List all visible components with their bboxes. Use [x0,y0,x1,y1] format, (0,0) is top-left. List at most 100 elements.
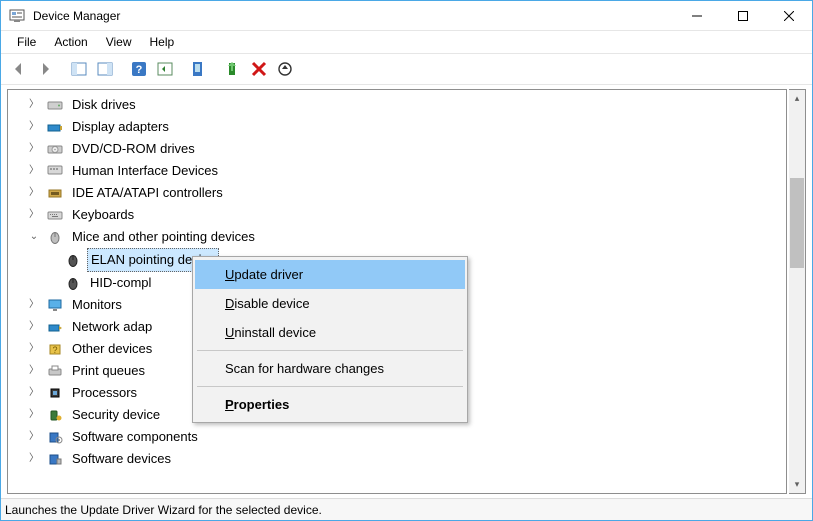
app-icon [9,8,25,24]
tree-item-disk-drives[interactable]: 〉 Disk drives [22,94,786,116]
software-device-icon [46,451,64,467]
context-menu-item-update-driver[interactable]: Update driver [195,260,465,289]
security-device-icon [46,407,64,423]
tree-item-hid[interactable]: 〉 Human Interface Devices [22,160,786,182]
tree-item-label: Other devices [72,341,152,356]
menu-view[interactable]: View [98,33,140,51]
tree-item-label: Keyboards [72,207,134,222]
scroll-down-button[interactable]: ▾ [789,476,805,493]
tree-item-dvd-cd-rom-drives[interactable]: 〉 DVD/CD-ROM drives [22,138,786,160]
hid-icon [46,163,64,179]
scroll-thumb[interactable] [790,178,804,268]
svg-text:?: ? [136,64,143,76]
chevron-right-icon[interactable]: 〉 [28,182,40,204]
mouse-icon [64,252,82,268]
keyboard-icon [46,207,64,223]
chevron-right-icon[interactable]: 〉 [28,382,40,404]
menu-help[interactable]: Help [142,33,183,51]
chevron-right-icon[interactable]: 〉 [28,94,40,116]
context-menu-item-properties[interactable]: Properties [195,390,465,419]
chevron-right-icon[interactable]: 〉 [28,404,40,426]
other-devices-icon: ? [46,341,64,357]
chevron-right-icon[interactable]: 〉 [28,116,40,138]
display-adapter-icon [46,119,64,135]
titlebar: Device Manager [1,1,812,31]
context-menu-item-label: Scan for hardware changes [225,361,384,376]
menubar: File Action View Help [1,31,812,53]
context-menu-item-label: Disable device [225,296,310,311]
chevron-right-icon[interactable]: 〉 [28,360,40,382]
monitor-icon [46,297,64,313]
chevron-right-icon[interactable]: 〉 [28,316,40,338]
network-adapter-icon [46,319,64,335]
chevron-right-icon[interactable]: 〉 [28,338,40,360]
tree-item-label: Display adapters [72,119,169,134]
menu-action[interactable]: Action [46,33,95,51]
uninstall-button[interactable] [247,57,271,81]
menu-file[interactable]: File [9,33,44,51]
tree-item-label: Processors [72,385,137,400]
tree-item-mice[interactable]: ⌄ Mice and other pointing devices [22,226,786,248]
chevron-right-icon[interactable]: 〉 [28,294,40,316]
mouse-icon [64,275,82,291]
help-button[interactable]: ? [127,57,151,81]
tree-item-label: Print queues [72,363,145,378]
vertical-scrollbar[interactable]: ▴ ▾ [789,89,806,494]
toolbar: ? [1,53,812,85]
chevron-right-icon[interactable]: 〉 [28,204,40,226]
tree-item-label: Software components [72,429,198,444]
context-menu-item-disable-device[interactable]: Disable device [195,289,465,318]
scroll-up-button[interactable]: ▴ [789,90,805,107]
tree-item-software-devices[interactable]: 〉 Software devices [22,448,786,470]
scan-hardware-button[interactable] [273,57,297,81]
context-menu-item-label: Properties [225,397,289,412]
tree-item-label: Human Interface Devices [72,163,218,178]
update-driver-button[interactable] [221,57,245,81]
minimize-button[interactable] [674,1,720,31]
context-menu-item-label: Update driver [225,267,303,282]
svg-text:?: ? [52,345,57,355]
back-button[interactable] [7,57,31,81]
tree-item-keyboards[interactable]: 〉 Keyboards [22,204,786,226]
tree-item-label: DVD/CD-ROM drives [72,141,195,156]
tree-item-label: IDE ATA/ATAPI controllers [72,185,223,200]
tree-item-label: HID-compl [90,275,151,290]
chevron-right-icon[interactable]: 〉 [28,448,40,470]
software-component-icon [46,429,64,445]
tree-item-label: Network adap [72,319,152,334]
tree-item-label: Mice and other pointing devices [72,229,255,244]
printer-icon [46,363,64,379]
close-button[interactable] [766,1,812,31]
tree-item-display-adapters[interactable]: 〉 Display adapters [22,116,786,138]
chevron-right-icon[interactable]: 〉 [28,426,40,448]
chevron-right-icon[interactable]: 〉 [28,160,40,182]
show-hide-console-tree-button[interactable] [67,57,91,81]
window-title: Device Manager [33,9,120,23]
content-area: 〉 Disk drives 〉 Display adapters 〉 DVD/C… [1,85,812,498]
show-hide-button[interactable] [93,57,117,81]
context-menu-separator [197,350,463,351]
statusbar-text: Launches the Update Driver Wizard for th… [5,503,322,517]
device-tree[interactable]: 〉 Disk drives 〉 Display adapters 〉 DVD/C… [7,89,787,494]
context-menu-separator [197,386,463,387]
tree-item-label: Monitors [72,297,122,312]
maximize-button[interactable] [720,1,766,31]
context-menu-item-scan-hardware[interactable]: Scan for hardware changes [195,354,465,383]
processor-icon [46,385,64,401]
tree-item-label: Software devices [72,451,171,466]
show-hide-action-pane-button[interactable] [153,57,177,81]
chevron-down-icon[interactable]: ⌄ [28,226,40,248]
context-menu-item-uninstall-device[interactable]: Uninstall device [195,318,465,347]
chevron-right-icon[interactable]: 〉 [28,138,40,160]
disk-drive-icon [46,97,64,113]
context-menu-item-label: Uninstall device [225,325,316,340]
tree-item-label: Security device [72,407,160,422]
forward-button[interactable] [33,57,57,81]
optical-drive-icon [46,141,64,157]
ide-controller-icon [46,185,64,201]
tree-item-software-components[interactable]: 〉 Software components [22,426,786,448]
mouse-icon [46,229,64,245]
tree-item-ide-controllers[interactable]: 〉 IDE ATA/ATAPI controllers [22,182,786,204]
show-hidden-devices-button[interactable] [187,57,211,81]
tree-item-label: Disk drives [72,97,136,112]
